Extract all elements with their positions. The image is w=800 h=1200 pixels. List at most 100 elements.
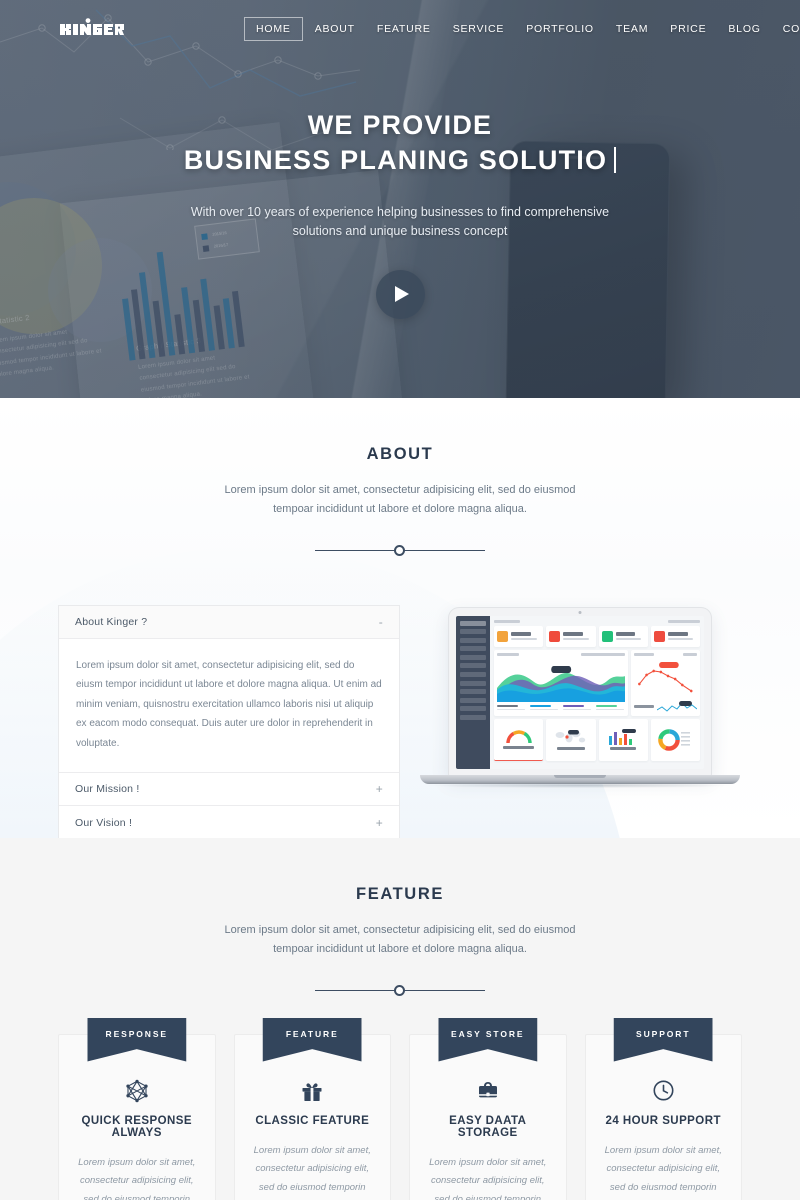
top-products-tile: [650, 718, 700, 761]
stat-text: [667, 632, 697, 640]
dashboard-sidebar: [456, 615, 490, 769]
footer-stat: [497, 704, 526, 711]
nav-item-service[interactable]: SERVICE: [443, 17, 515, 41]
dashboard-sidebar-item: [460, 646, 486, 652]
bar-chart-icon: [609, 729, 637, 746]
traffic-source-tile: [494, 718, 544, 761]
dashboard-stat-card: [598, 625, 648, 647]
line-chart-menu-bar: [683, 652, 697, 656]
area-chart-svg: [497, 665, 626, 702]
area-chart-title-bar: [497, 652, 519, 656]
main-navbar: HOME ABOUT FEATURE SERVICE PORTFOLIO TEA…: [0, 0, 800, 58]
hero-headline-line2: BUSINESS PLANING SOLUTIO: [183, 144, 608, 175]
dashboard-sidebar-item: [460, 680, 486, 686]
line-chart-header: [634, 652, 697, 656]
feature-card-support[interactable]: SUPPORT 24 HOUR SUPPORT Lorem ipsum dolo…: [584, 1017, 742, 1200]
gauge-icon: [505, 730, 532, 744]
hero-headline: WE PROVIDE BUSINESS PLANING SOLUTIO: [183, 108, 617, 177]
nav-item-contact[interactable]: CONTACT: [773, 17, 800, 41]
accordion-header-about-kinger[interactable]: About Kinger ? -: [59, 605, 399, 639]
divider-dot: [394, 544, 405, 556]
dashboard-stat-card: [650, 625, 700, 647]
nav-item-price[interactable]: PRICE: [660, 17, 716, 41]
tile-label: [609, 747, 637, 750]
dashboard-sidebar-item: [460, 620, 486, 626]
play-triangle-icon: [394, 286, 409, 303]
feature-card-title-support: 24 HOUR SUPPORT: [605, 1114, 721, 1127]
sparkline-icon: [657, 700, 697, 712]
footer-stat: [596, 704, 625, 711]
feature-card-text-response: Lorem ipsum dolor sit amet, consectetur …: [78, 1156, 196, 1200]
accordion-label-0: About Kinger ?: [75, 615, 148, 628]
clock-icon: [602, 1079, 726, 1103]
gift-icon: [251, 1079, 375, 1103]
divider-dot: [394, 984, 405, 996]
dashboard-stat-card: [494, 625, 544, 647]
about-title: ABOUT: [366, 445, 434, 463]
dashboard-main: [490, 615, 704, 769]
feature-card-response[interactable]: RESPONSE QUICK RESPONSE ALWAYS Lorem ips…: [58, 1017, 216, 1200]
dashboard-breadcrumb-bar: [668, 619, 700, 623]
dashboard-sidebar-item: [460, 672, 486, 678]
nav-item-home[interactable]: HOME: [244, 17, 303, 41]
accordion-label-1: Our Mission !: [75, 783, 140, 795]
dashboard-topbar: [494, 619, 700, 623]
accordion-header-our-vision[interactable]: Our Vision ! +: [59, 806, 399, 838]
kinger-logo-icon: [60, 18, 124, 35]
world-map-icon: [555, 730, 586, 743]
scooter-icon: [653, 630, 665, 642]
nav-links: HOME ABOUT FEATURE SERVICE PORTFOLIO TEA…: [244, 17, 800, 41]
brand-logo[interactable]: [58, 18, 144, 40]
feature-card-title-feature: CLASSIC FEATURE: [255, 1114, 370, 1127]
about-description: Lorem ipsum dolor sit amet, consectetur …: [224, 484, 576, 516]
feature-card-text-easy-store: Lorem ipsum dolor sit amet, consectetur …: [429, 1156, 547, 1200]
about-accordion: About Kinger ? - Lorem ipsum dolor sit a…: [58, 604, 400, 838]
feature-ribbon-response: RESPONSE: [87, 1017, 187, 1062]
about-inner: ABOUT Lorem ipsum dolor sit amet, consec…: [0, 398, 800, 557]
nav-item-about[interactable]: ABOUT: [305, 17, 365, 41]
about-divider: [315, 544, 485, 557]
feature-ribbon-support: SUPPORT: [613, 1017, 713, 1062]
flag-icon: [549, 630, 561, 642]
feature-card-easy-store[interactable]: EASY STORE EASY DAATA STORAGE Lorem ipsu…: [409, 1017, 567, 1200]
hero-subtext: With over 10 years of experience helping…: [190, 205, 610, 239]
dashboard-sidebar-item: [460, 697, 486, 703]
stat-text: [615, 632, 645, 640]
feature-section: FEATURE Lorem ipsum dolor sit amet, cons…: [0, 838, 800, 1200]
dashboard-sidebar-item: [460, 706, 486, 712]
dashboard-stat-cards: [494, 625, 700, 647]
feature-ribbon-feature: FEATURE: [262, 1017, 362, 1062]
area-chart-header: [497, 652, 626, 656]
area-chart-footer: [497, 704, 625, 711]
nav-item-team[interactable]: TEAM: [606, 17, 658, 41]
tile-label: [556, 747, 586, 750]
dashboard-middle-row: [494, 649, 700, 716]
hexagon-network-icon: [75, 1079, 199, 1103]
feature-card-text-feature: Lorem ipsum dolor sit amet, consectetur …: [253, 1144, 371, 1193]
feature-card-title-response: QUICK RESPONSE ALWAYS: [81, 1114, 192, 1139]
dashboard-title-bar: [494, 619, 520, 623]
dashboard-area-chart-panel: [494, 649, 629, 716]
accordion-header-our-mission[interactable]: Our Mission ! +: [59, 773, 399, 806]
hero-play-button[interactable]: [375, 269, 425, 319]
laptop-screen: [456, 615, 704, 769]
nav-item-blog[interactable]: BLOG: [718, 17, 770, 41]
dashboard-sidebar-item: [460, 629, 486, 635]
laptop-mockup: [420, 606, 740, 807]
feature-card-feature[interactable]: FEATURE CLASSIC FEATURE Lorem ipsum dolo…: [233, 1017, 391, 1200]
user-icon: [497, 630, 508, 642]
hero-content: WE PROVIDE BUSINESS PLANING SOLUTIO With…: [0, 0, 800, 398]
dashboard-sidebar-item: [460, 654, 486, 660]
hero-section: Statistic 2 Lorem ipsum dolor sit amet c…: [0, 0, 800, 398]
accordion-label-2: Our Vision !: [75, 816, 133, 829]
laptop-camera-icon: [578, 610, 582, 614]
footer-stat: [530, 704, 559, 711]
nav-item-portfolio[interactable]: PORTFOLIO: [516, 17, 604, 41]
daily-sales-tile: [598, 718, 648, 761]
feature-ribbon-easy-store: EASY STORE: [438, 1017, 538, 1062]
stock-price-row: [634, 700, 697, 713]
bag-icon: [601, 630, 613, 642]
nav-item-feature[interactable]: FEATURE: [367, 17, 441, 41]
dashboard-stat-card: [546, 625, 596, 647]
dashboard-bottom-row: [494, 718, 700, 761]
